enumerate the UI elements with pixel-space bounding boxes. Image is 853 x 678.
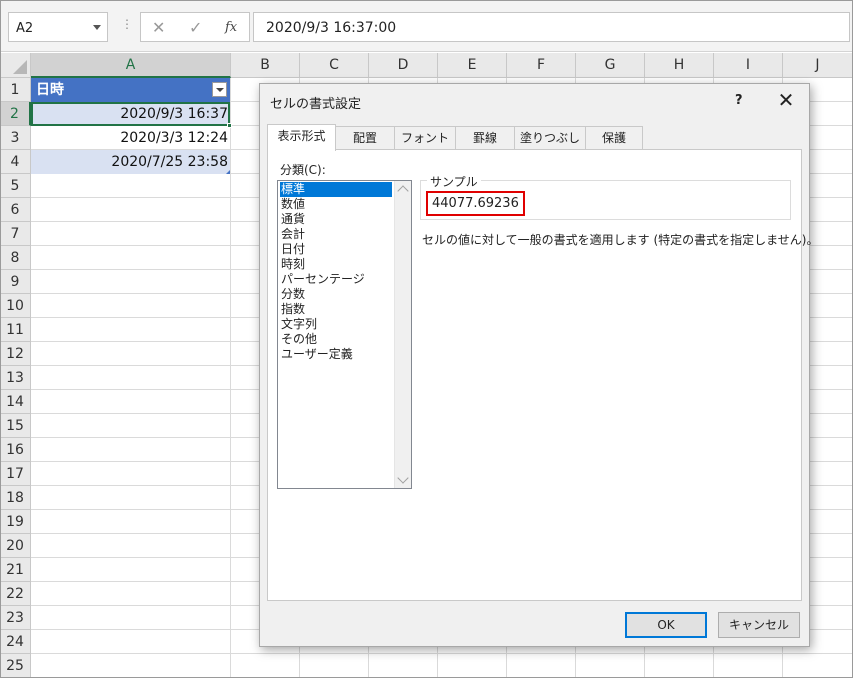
help-button[interactable]: ? [735, 93, 743, 108]
tab-font[interactable]: フォント [394, 126, 456, 150]
column-header-b[interactable]: B [231, 53, 300, 78]
more-icon[interactable]: ⋮ [121, 17, 133, 31]
formula-bar: A2 ⋮ ✕ ✓ fx 2020/9/3 16:37:00 [0, 0, 853, 52]
row-header-9[interactable]: 9 [0, 270, 31, 294]
category-item[interactable]: 標準 [280, 182, 392, 197]
category-item[interactable]: 時刻 [280, 257, 392, 272]
row-header-12[interactable]: 12 [0, 342, 31, 366]
sample-group: サンプル 44077.69236 [420, 173, 791, 220]
row-header-18[interactable]: 18 [0, 486, 31, 510]
category-item[interactable]: パーセンテージ [280, 272, 392, 287]
row-header-21[interactable]: 21 [0, 558, 31, 582]
column-header-d[interactable]: D [369, 53, 438, 78]
format-cells-dialog: セルの書式設定 ? ✕ 表示形式 配置 フォント 罫線 塗りつぶし 保護 分類(… [259, 83, 818, 647]
row-header-20[interactable]: 20 [0, 534, 31, 558]
row-header-17[interactable]: 17 [0, 462, 31, 486]
category-item[interactable]: ユーザー定義 [280, 347, 392, 362]
row-header-23[interactable]: 23 [0, 606, 31, 630]
number-tab-panel: 分類(C): 標準 数値 通貨 会計 日付 時刻 パーセンテージ 分数 指数 文… [267, 149, 818, 601]
row-header-13[interactable]: 13 [0, 366, 31, 390]
row-header-10[interactable]: 10 [0, 294, 31, 318]
chevron-down-icon[interactable] [93, 25, 101, 30]
category-item[interactable]: 通貨 [280, 212, 392, 227]
row-header-8[interactable]: 8 [0, 246, 31, 270]
column-header-g[interactable]: G [576, 53, 645, 78]
sample-label: サンプル [427, 173, 481, 190]
tab-protection[interactable]: 保護 [585, 126, 643, 150]
column-header-j[interactable]: J [783, 53, 853, 78]
category-item[interactable]: 文字列 [280, 317, 392, 332]
cell-a3[interactable]: 2020/3/3 12:24 [31, 126, 230, 150]
cell-a2[interactable]: 2020/9/3 16:37 [31, 102, 230, 126]
chevron-down-icon[interactable] [397, 472, 409, 484]
name-box-value: A2 [16, 21, 34, 36]
column-header-a[interactable]: A [31, 53, 231, 78]
row-header-3[interactable]: 3 [0, 126, 31, 150]
category-item[interactable]: その他 [280, 332, 392, 347]
ok-button[interactable]: OK [625, 612, 707, 638]
gridline [230, 78, 231, 678]
table-header-cell[interactable]: 日時 [31, 78, 230, 102]
category-item[interactable]: 指数 [280, 302, 392, 317]
tab-fill[interactable]: 塗りつぶし [514, 126, 586, 150]
select-all-button[interactable] [0, 53, 31, 78]
row-header-2[interactable]: 2 [0, 102, 31, 126]
column-header-h[interactable]: H [645, 53, 714, 78]
format-description: セルの値に対して一般の書式を適用します (特定の書式を指定しません)。 [422, 233, 819, 247]
name-box[interactable]: A2 [8, 12, 108, 42]
formula-input[interactable]: 2020/9/3 16:37:00 [253, 12, 850, 42]
chevron-up-icon[interactable] [397, 185, 409, 197]
row-header-1[interactable]: 1 [0, 78, 31, 102]
dialog-title: セルの書式設定 [270, 97, 362, 112]
enter-icon[interactable]: ✓ [189, 18, 202, 37]
cancel-icon[interactable]: ✕ [152, 18, 165, 37]
row-header-25[interactable]: 25 [0, 654, 31, 678]
category-list[interactable]: 標準 数値 通貨 会計 日付 時刻 パーセンテージ 分数 指数 文字列 その他 … [277, 180, 412, 489]
table-resize-handle[interactable] [226, 170, 230, 174]
filter-dropdown-icon[interactable] [212, 82, 227, 97]
category-item[interactable]: 会計 [280, 227, 392, 242]
category-label: 分類(C): [280, 163, 326, 177]
row-header-16[interactable]: 16 [0, 438, 31, 462]
insert-function-icon[interactable]: fx [225, 20, 237, 35]
category-scrollbar[interactable] [394, 181, 411, 488]
cell-a4[interactable]: 2020/7/25 23:58 [31, 150, 230, 174]
tab-border[interactable]: 罫線 [455, 126, 515, 150]
row-header-11[interactable]: 11 [0, 318, 31, 342]
category-item[interactable]: 分数 [280, 287, 392, 302]
column-header-f[interactable]: F [507, 53, 576, 78]
tab-alignment[interactable]: 配置 [335, 126, 395, 150]
close-icon[interactable]: ✕ [773, 88, 799, 112]
table-header-label: 日時 [36, 82, 64, 98]
row-header-19[interactable]: 19 [0, 510, 31, 534]
row-header-14[interactable]: 14 [0, 390, 31, 414]
row-header-15[interactable]: 15 [0, 414, 31, 438]
gridline [31, 653, 853, 654]
row-header-22[interactable]: 22 [0, 582, 31, 606]
column-header-e[interactable]: E [438, 53, 507, 78]
sample-value: 44077.69236 [426, 191, 525, 216]
row-header-24[interactable]: 24 [0, 630, 31, 654]
row-header-5[interactable]: 5 [0, 174, 31, 198]
formula-buttons: ✕ ✓ fx [140, 12, 250, 42]
cancel-button[interactable]: キャンセル [718, 612, 800, 638]
column-header-c[interactable]: C [300, 53, 369, 78]
category-item[interactable]: 日付 [280, 242, 392, 257]
fill-handle[interactable] [227, 123, 232, 128]
row-header-4[interactable]: 4 [0, 150, 31, 174]
category-item[interactable]: 数値 [280, 197, 392, 212]
formula-value: 2020/9/3 16:37:00 [266, 20, 397, 36]
tab-number[interactable]: 表示形式 [267, 124, 336, 151]
row-header-7[interactable]: 7 [0, 222, 31, 246]
column-header-i[interactable]: I [714, 53, 783, 78]
row-header-6[interactable]: 6 [0, 198, 31, 222]
